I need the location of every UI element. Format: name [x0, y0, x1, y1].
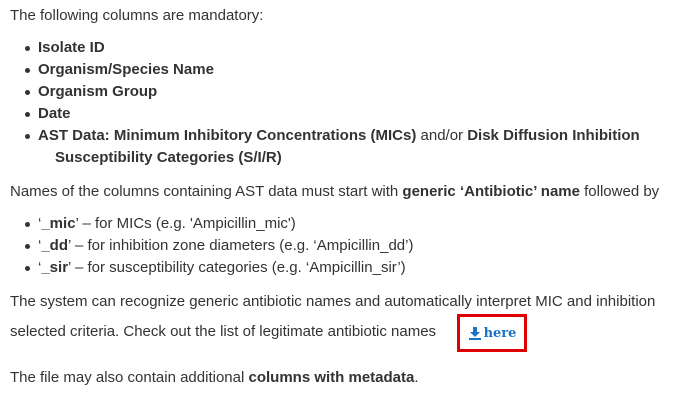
mandatory-item: Organism Group — [25, 82, 158, 102]
file-text-end: . — [414, 369, 419, 386]
bullet — [25, 112, 30, 117]
bullet — [25, 46, 30, 51]
bullet — [25, 90, 30, 95]
ast-label-sir: Susceptibility Categories (S/I/R) — [55, 149, 282, 166]
file-text: The file may also contain additional — [10, 369, 249, 386]
names-bold: generic ‘Antibiotic’ name — [402, 183, 580, 200]
suffix-desc: ’ – for susceptibility categories (e.g. … — [68, 259, 406, 276]
here-link-label[interactable]: here — [484, 326, 517, 341]
ast-connector: and/or — [416, 127, 468, 144]
download-icon — [468, 326, 482, 340]
mandatory-item: Organism/Species Name — [25, 60, 214, 80]
ast-label-mic: AST Data: Minimum Inhibitory Concentrati… — [38, 127, 417, 144]
bullet — [25, 134, 30, 139]
content-area: The following columns are mandatory: Iso… — [0, 0, 676, 409]
mandatory-item: Date — [25, 104, 71, 124]
here-link-content[interactable]: here — [468, 326, 517, 341]
intro-text: The following columns are mandatory: — [10, 7, 264, 24]
bullet — [25, 244, 30, 249]
suffix-item: ‘_sir’ – for susceptibility categories (… — [25, 258, 406, 278]
ast-label-disk: Disk Diffusion Inhibition — [467, 127, 640, 144]
column-name: Organism/Species Name — [38, 61, 214, 78]
names-text: Names of the columns containing AST data… — [10, 183, 403, 200]
mandatory-item-ast-cont: Susceptibility Categories (S/I/R) — [55, 148, 282, 168]
suffix-item: ‘_dd’ – for inhibition zone diameters (e… — [25, 236, 414, 256]
bullet — [25, 222, 30, 227]
column-name: Isolate ID — [38, 39, 105, 56]
mandatory-item: Isolate ID — [25, 38, 105, 58]
column-name: Organism Group — [38, 83, 158, 100]
suffix-name: _sir — [41, 259, 69, 276]
file-bold: columns with metadata — [248, 369, 415, 386]
bullet — [25, 266, 30, 271]
names-text-end: followed by — [579, 183, 660, 200]
suffix-name: _dd — [41, 237, 69, 254]
names-paragraph: Names of the columns containing AST data… — [10, 182, 659, 202]
bullet — [25, 68, 30, 73]
column-name: Date — [38, 105, 71, 122]
file-paragraph: The file may also contain additional col… — [10, 368, 419, 388]
here-download-link[interactable]: here — [457, 314, 527, 352]
suffix-name: _mic — [41, 215, 76, 232]
suffix-item: ‘_mic’ – for MICs (e.g. 'Ampicillin_mic'… — [25, 214, 296, 234]
system-text-line2: selected criteria. Check out the list of… — [10, 323, 437, 340]
suffix-desc: ’ – for MICs (e.g. 'Ampicillin_mic') — [75, 215, 296, 232]
suffix-desc: ’ – for inhibition zone diameters (e.g. … — [68, 237, 414, 254]
system-text-line1: The system can recognize generic antibio… — [10, 293, 656, 310]
mandatory-item-ast: AST Data: Minimum Inhibitory Concentrati… — [25, 126, 640, 146]
